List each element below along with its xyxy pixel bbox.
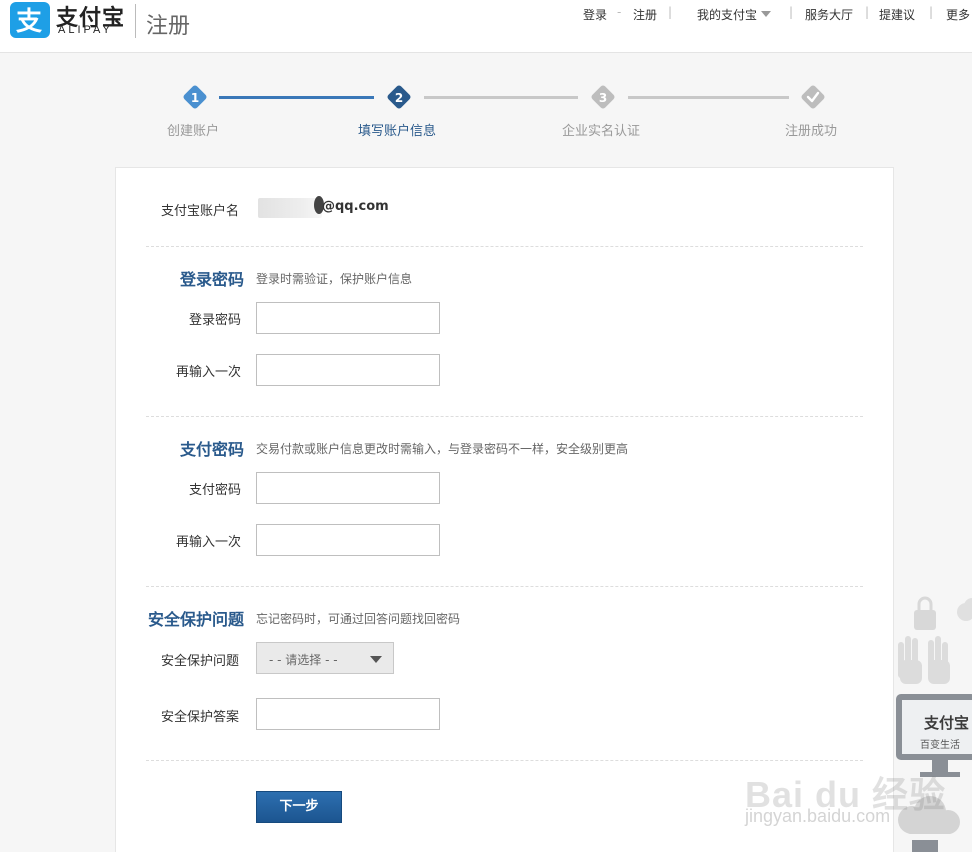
pay-password-input[interactable] <box>256 472 440 504</box>
login-password-desc: 登录时需验证，保护账户信息 <box>256 272 413 286</box>
svg-text:2: 2 <box>395 91 403 105</box>
security-question-select[interactable]: - - 请选择 - - <box>256 642 394 674</box>
pay-password-title: 支付密码 <box>180 440 245 459</box>
page-title: 注册 <box>146 14 191 39</box>
security-question-title: 安全保护问题 <box>148 610 245 629</box>
pay-password-label: 支付密码 <box>189 483 242 498</box>
logo-divider <box>135 4 136 38</box>
security-answer-label: 安全保护答案 <box>161 710 240 725</box>
login-password-confirm-input[interactable] <box>256 354 440 386</box>
svg-text:支付宝: 支付宝 <box>923 714 969 732</box>
nav-divider: | <box>789 5 794 19</box>
security-question-desc: 忘记密码时，可通过回答问题找回密码 <box>256 612 461 626</box>
login-password-confirm-label: 再输入一次 <box>176 365 242 380</box>
security-question-label: 安全保护问题 <box>161 654 240 669</box>
pay-password-confirm-input[interactable] <box>256 524 440 556</box>
nav-more-link[interactable]: 更多 <box>946 6 970 23</box>
chevron-down-icon <box>761 11 772 17</box>
account-name-label: 支付宝账户名 <box>161 204 240 219</box>
account-name-value: @qq.com <box>322 199 389 214</box>
svg-text:3: 3 <box>599 91 607 105</box>
logo-text-en: ALIPAY <box>58 24 113 36</box>
next-step-button[interactable]: 下一步 <box>256 791 342 823</box>
nav-service-hall-link[interactable]: 服务大厅 <box>805 6 853 23</box>
top-header: 支 支付宝 ALIPAY 注册 登录 - 注册 | 我的支付宝 | 服务大厅 |… <box>0 0 972 53</box>
account-name-redacted <box>258 198 322 218</box>
nav-register-link[interactable]: 注册 <box>633 6 657 23</box>
step-3-label: 企业实名认证 <box>562 124 641 139</box>
nav-login-link[interactable]: 登录 <box>583 6 607 23</box>
step-1-icon: 1 <box>182 84 208 110</box>
login-password-input[interactable] <box>256 302 440 334</box>
login-password-title: 登录密码 <box>180 270 245 289</box>
section-divider <box>146 416 863 417</box>
svg-text:支: 支 <box>16 7 42 35</box>
svg-text:1: 1 <box>191 91 199 105</box>
nav-divider: | <box>865 5 870 19</box>
step-connector-done <box>219 96 374 99</box>
nav-my-alipay-label: 我的支付宝 <box>697 8 758 22</box>
pay-password-desc: 交易付款或账户信息更改时需输入，与登录密码不一样，安全级别更高 <box>256 442 629 456</box>
section-divider <box>146 246 863 247</box>
nav-divider: | <box>668 5 673 19</box>
pay-password-confirm-label: 再输入一次 <box>176 535 242 550</box>
nav-divider: | <box>929 5 934 19</box>
security-answer-input[interactable] <box>256 698 440 730</box>
login-password-label: 登录密码 <box>189 313 242 328</box>
monitor-icon: 支付宝 百变生活 <box>896 694 972 777</box>
hands-icon <box>898 636 950 684</box>
step-connector <box>424 96 578 99</box>
step-connector <box>628 96 789 99</box>
svg-text:百变生活: 百变生活 <box>920 738 960 751</box>
lock-icon <box>914 596 936 630</box>
nav-my-alipay-menu[interactable]: 我的支付宝 <box>697 6 772 23</box>
step-2-icon: 2 <box>386 84 412 110</box>
security-question-selected: - - 请选择 - - <box>269 653 338 667</box>
nav-separator: - <box>617 5 622 19</box>
baidu-watermark-url: jingyan.baidu.com <box>745 806 891 826</box>
checkmark-icon <box>800 84 826 110</box>
step-4-label: 注册成功 <box>785 124 838 139</box>
step-1-label: 创建账户 <box>167 124 220 139</box>
step-2-label: 填写账户信息 <box>358 124 437 139</box>
cloud-icon <box>957 598 972 621</box>
nav-feedback-link[interactable]: 提建议 <box>879 6 915 23</box>
section-divider <box>146 586 863 587</box>
alipay-logo-icon[interactable]: 支 <box>10 2 50 38</box>
step-3-icon: 3 <box>590 84 616 110</box>
section-divider <box>146 760 863 761</box>
chevron-down-icon <box>370 656 382 663</box>
